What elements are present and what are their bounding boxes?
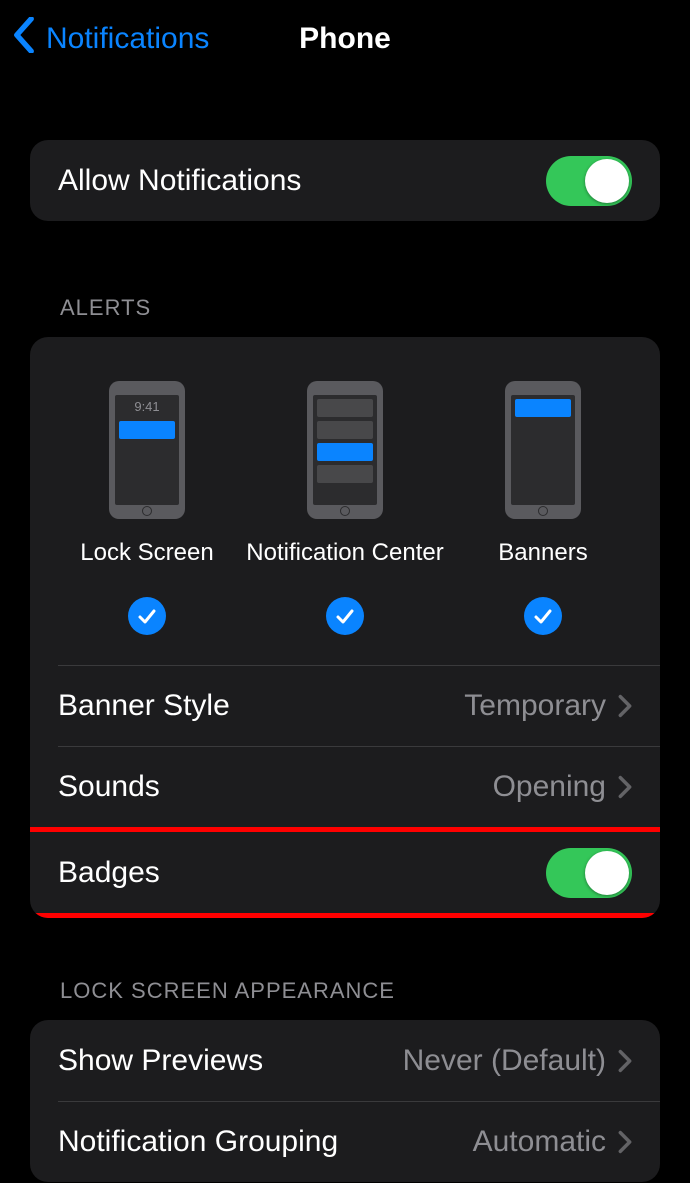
chevron-right-icon [618,775,632,799]
alert-option-lock-screen[interactable]: 9:41 Lock Screen [48,381,246,635]
lock-screen-time: 9:41 [115,399,179,414]
show-previews-value: Never (Default) [403,1044,606,1078]
notification-grouping-row[interactable]: Notification Grouping Automatic [30,1101,660,1182]
notification-center-icon [307,381,383,519]
chevron-right-icon [618,694,632,718]
banners-check[interactable] [524,597,562,635]
show-previews-right: Never (Default) [403,1044,632,1078]
chevron-right-icon [618,1049,632,1073]
lock-screen-check[interactable] [128,597,166,635]
notification-center-check[interactable] [326,597,364,635]
lock-screen-icon: 9:41 [109,381,185,519]
alert-option-banners[interactable]: Banners [444,381,642,635]
back-label: Notifications [46,22,209,56]
chevron-left-icon [12,17,46,61]
sounds-label: Sounds [58,770,160,804]
banner-style-label: Banner Style [58,689,230,723]
chevron-right-icon [618,1130,632,1154]
notification-grouping-label: Notification Grouping [58,1125,338,1159]
toggle-knob [585,851,629,895]
allow-notifications-toggle[interactable] [546,156,632,206]
banners-label: Banners [498,539,587,567]
badges-label: Badges [58,856,160,890]
show-previews-row[interactable]: Show Previews Never (Default) [30,1020,660,1101]
sounds-right: Opening [493,770,632,804]
toggle-knob [585,159,629,203]
notification-grouping-value: Automatic [473,1125,606,1159]
banner-style-right: Temporary [464,689,632,723]
sounds-row[interactable]: Sounds Opening [30,746,660,827]
lock-screen-appearance-header: LOCK SCREEN APPEARANCE [60,978,660,1004]
alert-option-notification-center[interactable]: Notification Center [246,381,444,635]
nav-bar: Notifications Phone [0,0,690,70]
banner-style-row[interactable]: Banner Style Temporary [30,665,660,746]
alerts-header: ALERTS [60,295,660,321]
banner-style-value: Temporary [464,689,606,723]
page-title: Phone [299,22,391,56]
notification-center-label: Notification Center [246,539,443,567]
badges-highlight: Badges [30,827,660,918]
show-previews-label: Show Previews [58,1044,263,1078]
allow-notifications-label: Allow Notifications [58,164,301,198]
lock-screen-appearance-group: Show Previews Never (Default) Notificati… [30,1020,660,1182]
allow-notifications-row: Allow Notifications [30,140,660,221]
alerts-group: 9:41 Lock Screen [30,337,660,918]
back-button[interactable]: Notifications [0,17,209,61]
allow-notifications-group: Allow Notifications [30,140,660,221]
banners-icon [505,381,581,519]
lock-screen-label: Lock Screen [80,539,213,567]
alert-style-picker: 9:41 Lock Screen [30,337,660,665]
badges-toggle[interactable] [546,848,632,898]
notification-grouping-right: Automatic [473,1125,632,1159]
badges-row: Badges [30,832,660,913]
sounds-value: Opening [493,770,606,804]
